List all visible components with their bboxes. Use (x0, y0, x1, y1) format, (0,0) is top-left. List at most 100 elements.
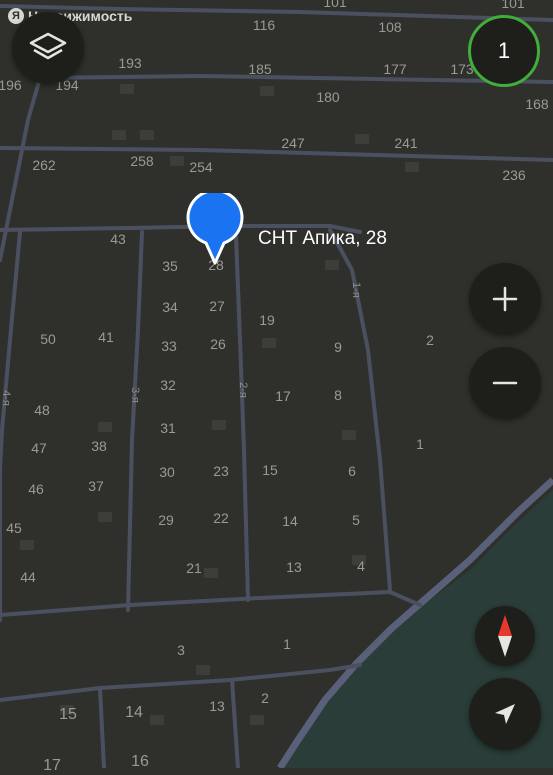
plot-number: 38 (91, 438, 107, 454)
road-2 (38, 73, 553, 84)
plot-number: 108 (378, 19, 402, 35)
plot-number: 45 (6, 520, 22, 536)
road-bottom-vert2 (230, 678, 240, 768)
building (140, 130, 154, 140)
plot-number: 180 (316, 89, 340, 105)
building (98, 512, 112, 522)
pin-label[interactable]: СНТ Апика, 28 (258, 228, 387, 250)
plot-number: 1 (283, 636, 291, 652)
plot-number: 5 (352, 512, 360, 528)
plot-number: 46 (28, 481, 44, 497)
plot-number: 15 (59, 706, 77, 723)
plot-number: 241 (394, 135, 418, 151)
building (260, 86, 274, 96)
plot-number: 236 (502, 167, 526, 183)
plot-number: 193 (118, 55, 142, 71)
building (120, 84, 134, 94)
building (98, 422, 112, 432)
plot-number: 35 (162, 258, 178, 274)
street-label-3ya: 3-я (129, 387, 141, 403)
plot-number: 1 (416, 436, 424, 452)
plot-number: 2 (261, 690, 269, 706)
my-location-button[interactable] (469, 678, 541, 750)
plot-number: 44 (20, 569, 36, 585)
plot-number: 4 (357, 558, 365, 574)
plot-number: 43 (110, 231, 126, 247)
street-4ya (0, 230, 22, 472)
zoom-in-button[interactable] (469, 263, 541, 335)
plot-number: 21 (186, 560, 202, 576)
plot-number: 6 (348, 463, 356, 479)
plot-number: 177 (383, 61, 407, 77)
building (325, 260, 339, 270)
plot-number: 19 (259, 312, 275, 328)
plot-number: 31 (160, 420, 176, 436)
building (170, 156, 184, 166)
plot-number: 50 (40, 331, 56, 347)
plot-number: 8 (334, 387, 342, 403)
plot-number: 23 (213, 463, 229, 479)
zoom-out-button[interactable] (469, 347, 541, 419)
plot-number: 27 (209, 298, 225, 314)
plot-number: 116 (252, 17, 276, 33)
road-lower (0, 589, 422, 617)
plot-number: 34 (162, 299, 178, 315)
plus-icon (492, 286, 518, 312)
plot-number: 15 (262, 462, 278, 478)
plot-number: 16 (131, 753, 149, 770)
building (196, 665, 210, 675)
plot-number: 262 (32, 157, 56, 173)
navigation-arrow-icon (495, 704, 515, 724)
plot-number: 32 (160, 377, 176, 393)
building (355, 134, 369, 144)
building (342, 430, 356, 440)
building (20, 540, 34, 550)
compass-button[interactable] (475, 606, 535, 666)
plot-number: 14 (282, 513, 298, 529)
compass-icon (498, 615, 512, 657)
plot-number: 168 (525, 96, 549, 112)
street-3ya (126, 230, 144, 612)
street-label-1ya: 1-я (350, 282, 362, 298)
plot-number: 247 (281, 135, 305, 151)
layers-button[interactable] (12, 12, 84, 84)
plot-number: 13 (209, 698, 225, 714)
plot-number: 14 (125, 704, 143, 721)
plot-number: 196 (0, 77, 22, 93)
minus-icon (492, 381, 518, 385)
plot-number: 33 (161, 338, 177, 354)
building (112, 130, 126, 140)
building (150, 715, 164, 725)
plot-number: 13 (286, 559, 302, 575)
building (212, 420, 226, 430)
plot-number: 17 (275, 388, 291, 404)
road-bottom (0, 663, 362, 702)
plot-number: 2 (426, 332, 434, 348)
results-count: 1 (497, 38, 511, 63)
building (250, 715, 264, 725)
results-count-badge[interactable]: 1 (468, 15, 540, 87)
road-bottom-vert (98, 686, 106, 768)
plot-number: 17 (43, 757, 61, 774)
plot-number: 101 (323, 0, 347, 10)
plot-number: 47 (31, 440, 47, 456)
road-3 (0, 146, 553, 162)
plot-number: 30 (159, 464, 175, 480)
building (204, 568, 218, 578)
plot-number: 101 (501, 0, 525, 11)
plot-number: 185 (248, 61, 272, 77)
plot-number: 3 (177, 642, 185, 658)
plot-number: 41 (98, 329, 114, 345)
building (262, 338, 276, 348)
building (405, 162, 419, 172)
plot-number: 258 (130, 153, 154, 169)
location-pin-icon[interactable] (186, 193, 244, 265)
plot-number: 29 (158, 512, 174, 528)
street-2ya (234, 234, 250, 602)
layers-icon (29, 32, 67, 60)
plot-number: 37 (88, 478, 104, 494)
plot-number: 9 (334, 339, 342, 355)
plot-number: 254 (189, 159, 213, 175)
street-label-4ya: 4-я (0, 390, 12, 406)
plot-number: 48 (34, 402, 50, 418)
